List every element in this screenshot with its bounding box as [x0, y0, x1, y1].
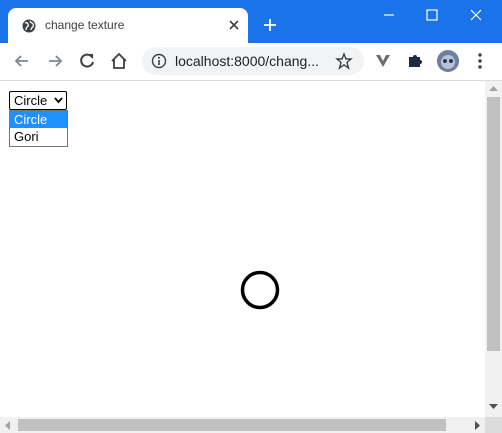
address-bar[interactable]: localhost:8000/chang... — [142, 47, 364, 75]
scroll-right-icon[interactable] — [474, 421, 481, 430]
vertical-scrollbar[interactable] — [485, 81, 502, 417]
reload-icon[interactable] — [77, 51, 97, 71]
circle-texture-canvas — [240, 270, 280, 310]
option-gori[interactable]: Gori — [10, 128, 67, 145]
vertical-scroll-thumb[interactable] — [487, 97, 500, 351]
globe-icon — [22, 19, 36, 33]
close-window-icon[interactable] — [453, 0, 499, 30]
back-icon[interactable] — [12, 51, 32, 71]
browser-tab[interactable]: change texture — [8, 8, 248, 43]
horizontal-scrollbar[interactable] — [0, 417, 485, 433]
browser-titlebar: change texture — [0, 0, 502, 43]
maximize-icon[interactable] — [409, 0, 455, 30]
star-icon[interactable] — [335, 52, 353, 70]
scroll-up-icon[interactable] — [489, 85, 498, 92]
horizontal-scroll-thumb[interactable] — [18, 419, 446, 431]
home-icon[interactable] — [109, 51, 129, 71]
select-value: Circle — [14, 93, 48, 108]
avatar[interactable] — [437, 50, 459, 72]
avatar-image — [437, 50, 459, 72]
info-icon[interactable] — [151, 53, 167, 69]
texture-select[interactable]: Circle — [9, 91, 67, 110]
extension-v-icon[interactable] — [373, 51, 393, 71]
forward-icon[interactable] — [45, 51, 65, 71]
puzzle-icon[interactable] — [405, 51, 425, 71]
minimize-icon[interactable] — [366, 0, 412, 30]
scroll-left-icon[interactable] — [4, 421, 11, 430]
scrollbar-corner — [485, 417, 502, 433]
chevron-down-icon — [54, 97, 63, 104]
page-content: Circle Circle Gori — [0, 81, 485, 417]
browser-toolbar: localhost:8000/chang... — [0, 43, 502, 81]
option-label: Circle — [14, 112, 48, 127]
tab-title: change texture — [45, 18, 125, 32]
option-circle[interactable]: Circle — [10, 111, 67, 128]
menu-icon[interactable] — [470, 51, 490, 71]
select-dropdown-list: Circle Gori — [9, 110, 68, 147]
url-text: localhost:8000/chang... — [175, 53, 319, 69]
scroll-down-icon[interactable] — [489, 403, 498, 410]
plus-icon[interactable] — [262, 17, 278, 33]
option-label: Gori — [14, 129, 39, 144]
close-icon[interactable] — [227, 18, 241, 32]
